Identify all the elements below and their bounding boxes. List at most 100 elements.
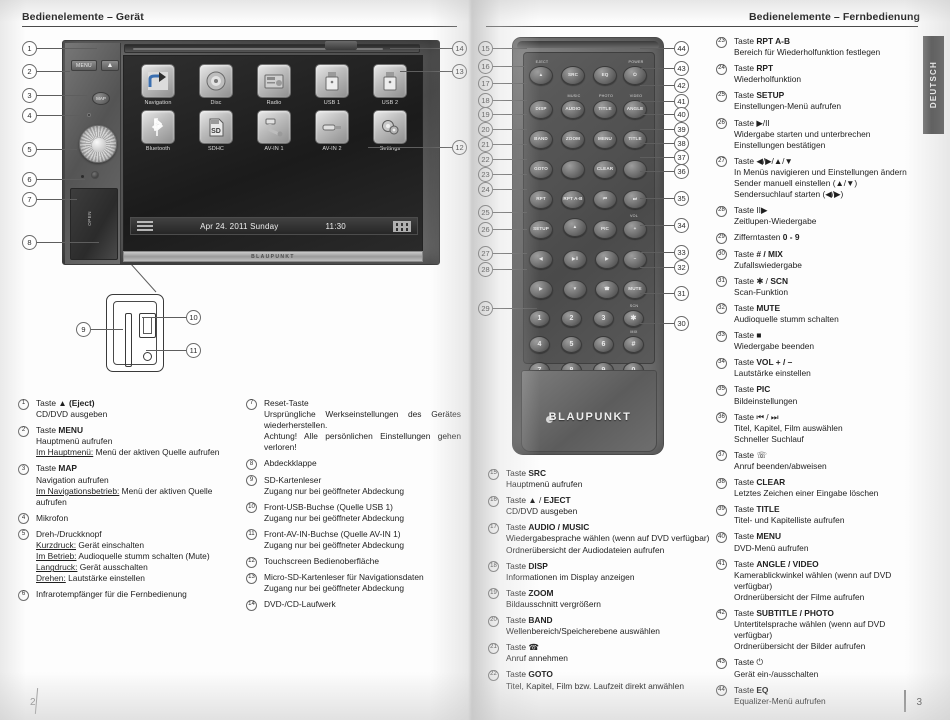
item-line-emphasis: Drehen: [36, 573, 66, 584]
remote-button-setup[interactable]: SETUP [529, 220, 553, 239]
remote-button-band[interactable]: BAND [529, 130, 553, 149]
remote-button-down[interactable]: ▼ [563, 280, 587, 299]
rotary-push-knob[interactable] [79, 125, 117, 163]
remote-button-scn[interactable]: ✱ [623, 310, 644, 327]
item-number: 14 [246, 599, 257, 611]
remote-button-mute[interactable]: MUTE [623, 280, 647, 299]
remote-button-subtitle[interactable]: TITLE [593, 100, 617, 119]
device-menu-button[interactable]: MENU [71, 60, 97, 71]
tile-navigation[interactable]: Navigation [132, 64, 184, 106]
remote-button-right[interactable]: ▶ [595, 250, 619, 269]
item-line: Untertitelsprache wählen (wenn auf DVD v… [734, 619, 886, 641]
remote-key-5[interactable]: 5 [561, 336, 582, 353]
remote-button-phone-end[interactable] [623, 160, 647, 179]
tile-avin1[interactable]: AV-IN 1 [248, 110, 300, 152]
remote-button-eject[interactable]: ▲ [529, 66, 553, 85]
leader-14 [390, 48, 452, 49]
remote-top-edge [517, 41, 659, 48]
item-title-bold: ANGLE / VIDEO [756, 558, 819, 569]
remote-button-play-pause[interactable]: ▶‖ [563, 250, 587, 269]
remote-button-angle[interactable]: ANGLE [623, 100, 647, 119]
device-map-button[interactable]: MAP [92, 92, 110, 105]
callout-8: 8 [22, 235, 37, 250]
remote-button-clear[interactable]: CLEAR [593, 160, 617, 179]
tile-bluetooth[interactable]: Bluetooth [132, 110, 184, 152]
remote-button-rpt-ab[interactable]: RPT A-B [561, 190, 585, 209]
callout-10: 10 [186, 310, 201, 325]
remote-key-6[interactable]: 6 [593, 336, 614, 353]
item-number: 30 [716, 249, 727, 260]
device-touchscreen[interactable]: Navigation Disc Radio USB 1 USB 2 Blueto… [123, 55, 423, 252]
remote-button-title[interactable]: TITLE [623, 130, 647, 149]
item-number: 10 [246, 502, 257, 514]
list-view-icon[interactable] [137, 220, 153, 232]
list-item: 29 Zifferntasten 0 - 9 [716, 232, 916, 244]
tile-usb1[interactable]: USB 1 [306, 64, 358, 106]
callout-19: 19 [478, 107, 493, 122]
remote-button-next-track[interactable]: ⏭ [623, 190, 647, 209]
remote-button-mix[interactable]: # [623, 336, 644, 353]
cover-flap[interactable] [70, 188, 118, 260]
leader-34 [640, 225, 674, 226]
remote-button-phone-answer[interactable] [561, 160, 585, 179]
leader-28 [493, 269, 527, 270]
item-title-bold: # / MIX [756, 248, 783, 259]
remote-button-pic[interactable]: PIC [593, 220, 617, 239]
item-line: Gerät einschalten [76, 540, 145, 551]
tile-avin2[interactable]: AV-IN 2 [306, 110, 358, 152]
remote-button-menu[interactable]: MENU [593, 130, 617, 149]
item-line: Zugang nur bei geöffneter Abdeckung [264, 540, 405, 551]
reset-pinhole-icon[interactable] [81, 175, 84, 178]
remote-key-2[interactable]: 2 [561, 310, 582, 327]
remote-key-3[interactable]: 3 [593, 310, 614, 327]
device-list-column-2: 7 Reset-Taste Ursprüngliche Werkseinstel… [246, 398, 461, 616]
remote-button-audio[interactable]: AUDIO [561, 100, 585, 119]
item-title-bold: RPT A-B [756, 36, 790, 46]
keypad-icon[interactable] [393, 220, 411, 232]
item-number: 43 [716, 657, 727, 669]
item-number: 23 [716, 36, 727, 48]
remote-key-4[interactable]: 4 [529, 336, 550, 353]
remote-button-stop[interactable]: ▶ [529, 280, 553, 299]
remote-key-1[interactable]: 1 [529, 310, 550, 327]
item-number: 26 [716, 118, 727, 130]
remote-button-up[interactable]: ▲ [563, 218, 587, 237]
remote-label-eject: EJECT [535, 60, 549, 64]
remote-button-slow[interactable]: ☎ [595, 280, 619, 299]
tile-settings[interactable]: Settings [364, 110, 416, 152]
callout-5: 5 [22, 142, 37, 157]
home-icon-grid: Navigation Disc Radio USB 1 USB 2 Blueto… [132, 64, 416, 152]
remote-button-goto[interactable]: GOTO [529, 160, 553, 179]
item-title-bold: PIC [756, 384, 771, 395]
tile-sdhc[interactable]: SD SDHC [190, 110, 242, 152]
tile-disc[interactable]: Disc [190, 64, 242, 106]
item-line-emphasis: Im Navigationsbetrieb: [36, 485, 120, 496]
callout-12: 12 [452, 140, 467, 155]
remote-button-left[interactable]: ◀ [529, 250, 553, 269]
leader-37 [640, 157, 674, 158]
callout-35: 35 [674, 191, 689, 206]
item-title: Mikrofon [36, 512, 69, 523]
item-number: 36 [716, 412, 727, 424]
item-line: Equalizer-Menü aufrufen [734, 695, 826, 706]
remote-button-vol-up[interactable]: + [623, 220, 647, 239]
item-number: 3 [18, 463, 29, 475]
remote-button-src[interactable]: SRC [561, 66, 585, 85]
item-title-bold: EQ [756, 684, 769, 695]
remote-button-rpt[interactable]: RPT [529, 190, 553, 209]
item-number: 4 [18, 513, 29, 525]
bluetooth-icon [141, 110, 175, 144]
remote-button-prev-track[interactable]: ⏮ [593, 190, 617, 209]
leader-30 [640, 323, 674, 324]
running-head-left: Bedienelemente – Gerät [22, 11, 144, 23]
tile-radio[interactable]: Radio [248, 64, 300, 106]
tile-label: Radio [266, 100, 282, 106]
list-item: 21 Taste ☎ Anruf annehmen [488, 642, 710, 664]
remote-button-eq[interactable]: EQ [593, 66, 617, 85]
remote-button-disp[interactable]: DISP [529, 100, 553, 119]
item-line: Sender manuell einstellen (▲/▼) [734, 178, 858, 189]
sd-card-icon: SD [199, 110, 233, 144]
list-item: 36 Taste ⏮ / ⏭ Titel, Kapitel, Film ausw… [716, 412, 916, 445]
remote-button-zoom[interactable]: ZOOM [561, 130, 585, 149]
device-eject-button[interactable]: ▲ [101, 60, 119, 71]
